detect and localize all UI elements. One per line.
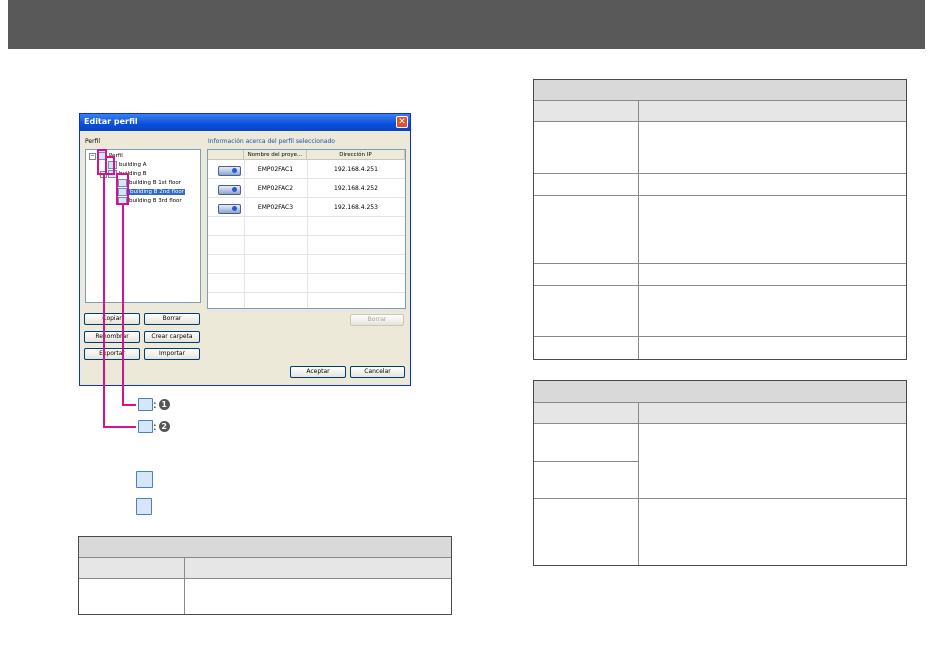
tree-item-label: building B 3rd floor bbox=[129, 198, 182, 204]
icon-column-header bbox=[208, 150, 244, 160]
table-row bbox=[534, 196, 906, 264]
table-subheader bbox=[534, 403, 906, 424]
tree-item-label: building A bbox=[119, 162, 147, 168]
callout-box-1b bbox=[116, 173, 129, 205]
folder-icon bbox=[138, 420, 153, 433]
dialog-title: Editar perfil bbox=[84, 117, 138, 126]
table-right-top bbox=[533, 79, 907, 360]
import-button[interactable]: Importar bbox=[144, 348, 200, 360]
callout-line-2 bbox=[103, 426, 136, 428]
callout-line-1 bbox=[122, 205, 124, 405]
callout-2: : 2 bbox=[138, 420, 170, 433]
table-header bbox=[534, 381, 906, 403]
table-right-bottom bbox=[533, 380, 907, 566]
table-subheader bbox=[79, 558, 451, 579]
table-row bbox=[534, 264, 906, 286]
table-row bbox=[534, 499, 906, 565]
projector-name: EMP02FAC3 bbox=[257, 204, 294, 211]
empty-row bbox=[208, 293, 405, 312]
table-bottom-left bbox=[78, 536, 452, 615]
projector-ip: 192.168.4.253 bbox=[334, 204, 378, 211]
projector-name: EMP02FAC1 bbox=[257, 166, 294, 173]
close-icon[interactable]: ✕ bbox=[396, 116, 408, 128]
callout-1: : 1 bbox=[138, 398, 170, 411]
delete-projector-button[interactable]: Borrar bbox=[350, 314, 404, 326]
edit-profile-dialog: Editar perfil ✕ Perfil Información acerc… bbox=[79, 113, 411, 386]
callout-separator: : bbox=[153, 420, 157, 433]
table-subheader bbox=[534, 101, 906, 122]
column-divider bbox=[638, 403, 639, 565]
table-header bbox=[534, 80, 906, 101]
info-label: Información acerca del perfil selecciona… bbox=[208, 138, 335, 145]
cancel-button[interactable]: Cancelar bbox=[350, 366, 405, 378]
empty-row bbox=[208, 217, 405, 236]
projector-list[interactable]: Nombre del proye... Dirección IP EMP02FA… bbox=[207, 149, 406, 312]
folder-icon bbox=[136, 498, 152, 515]
callout-line-2 bbox=[103, 175, 105, 427]
projector-ip: 192.168.4.252 bbox=[334, 185, 378, 192]
export-button[interactable]: Exportar bbox=[84, 348, 140, 360]
projector-ip: 192.168.4.251 bbox=[334, 166, 378, 173]
table-row bbox=[534, 174, 906, 196]
table-row[interactable]: EMP02FAC3 192.168.4.253 bbox=[208, 198, 405, 217]
empty-row bbox=[208, 255, 405, 274]
stacked-folder-icon bbox=[138, 398, 153, 411]
column-divider bbox=[638, 101, 639, 359]
callout-number: 1 bbox=[158, 399, 170, 410]
table-row bbox=[79, 579, 451, 614]
collapse-icon[interactable]: − bbox=[89, 153, 96, 160]
projector-name: EMP02FAC2 bbox=[257, 185, 294, 192]
copy-button[interactable]: Copiar bbox=[84, 313, 140, 325]
table-row bbox=[534, 286, 906, 337]
create-folder-button[interactable]: Crear carpeta bbox=[144, 331, 200, 343]
tree-item-label: building B 2nd floor bbox=[129, 189, 185, 195]
callout-box-1a bbox=[105, 156, 115, 175]
accept-button[interactable]: Aceptar bbox=[290, 366, 346, 378]
ip-column-header[interactable]: Dirección IP bbox=[307, 150, 405, 160]
table-row bbox=[534, 337, 906, 359]
rename-button[interactable]: Renombrar bbox=[84, 331, 140, 343]
page-header-bar bbox=[8, 0, 925, 49]
callout-separator: : bbox=[153, 398, 157, 411]
callout-line-1 bbox=[122, 404, 136, 406]
table-row[interactable]: EMP02FAC1 192.168.4.251 bbox=[208, 160, 405, 179]
name-column-header[interactable]: Nombre del proye... bbox=[244, 150, 307, 160]
table-row bbox=[534, 462, 906, 499]
dialog-titlebar: Editar perfil ✕ bbox=[80, 114, 410, 131]
empty-row bbox=[208, 274, 405, 293]
table-row bbox=[534, 122, 906, 174]
callout-number: 2 bbox=[158, 421, 170, 432]
profile-label: Perfil bbox=[85, 138, 101, 145]
column-divider bbox=[184, 558, 185, 614]
projector-icon bbox=[218, 166, 241, 176]
projector-icon bbox=[218, 185, 241, 195]
table-cell bbox=[534, 424, 638, 462]
tree-item-label: building B 1st floor bbox=[129, 180, 182, 186]
empty-row bbox=[208, 236, 405, 255]
table-row[interactable]: EMP02FAC2 192.168.4.252 bbox=[208, 179, 405, 198]
table-header bbox=[79, 537, 451, 558]
stacked-folder-icon bbox=[136, 471, 153, 488]
delete-profile-button[interactable]: Borrar bbox=[144, 313, 200, 325]
projector-icon bbox=[218, 204, 241, 214]
